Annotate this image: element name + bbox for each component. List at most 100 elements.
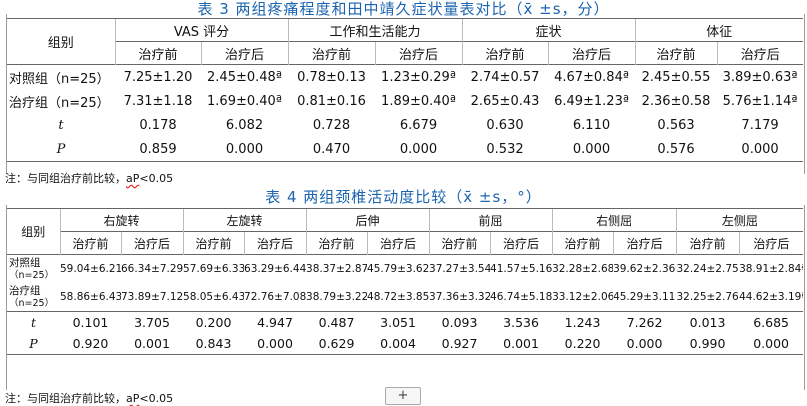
table-cell: 4.947 [244, 311, 307, 333]
table-cell: 0.629 [306, 333, 368, 355]
table-cell: 59.04±6.21 [60, 254, 121, 283]
table-cell: 72.76±7.08ª [244, 291, 307, 303]
table4-subheader: 治疗前 [59, 231, 121, 255]
table-row: t 0.101 3.705 0.200 4.947 0.487 3.051 0.… [7, 311, 804, 333]
table3-right-rule [804, 14, 805, 174]
table-cell: 6.679 [399, 117, 438, 133]
table-cell: 0.728 [312, 117, 351, 133]
table3-subheader: 治疗后 [547, 41, 636, 65]
table4: 组别 右旋转 左旋转 后伸 前屈 右侧屈 左侧屈 治疗前 治疗后 治疗前 治疗后… [7, 208, 804, 355]
table-cell: 0.093 [429, 311, 491, 333]
table-cell: 3.89±0.63ª [717, 64, 804, 89]
table-cell: 58.05±6.43 [183, 291, 245, 303]
table-cell: 37.27±3.54 [429, 254, 491, 283]
table-cell: 0.000 [548, 137, 636, 162]
row-label-n: （n=25） [9, 269, 55, 281]
table4-subheader: 治疗前 [182, 231, 245, 255]
table-cell: 46.74±5.18ª [490, 291, 553, 303]
table-cell: 38.79±3.22 [306, 291, 368, 303]
row-label-t: t [58, 117, 64, 133]
table-cell: 0.927 [429, 333, 491, 355]
row-label: 治疗组（n=25） [9, 95, 110, 111]
table-cell: 45.29±3.11ª [613, 291, 677, 303]
table-cell: 73.89±7.12ª [121, 291, 184, 303]
table4-caption: 表 4 两组颈椎活动度比较（x̄ ±s，°） [265, 188, 542, 206]
table-cell: 2.45±0.48ª [201, 64, 288, 89]
table-cell: 0.000 [717, 137, 804, 162]
table4-group-extension: 后伸 [305, 208, 430, 232]
table-cell: 45.79±3.62ª [367, 254, 430, 283]
table3-caption: 表 3 两组疼痛程度和田中靖久症状量表对比（x̄ ±s，分） [197, 0, 610, 18]
table-row: 对照组 （n=25） 59.04±6.21 66.34±7.29ª 57.69±6… [7, 254, 804, 283]
table-cell: 0.178 [139, 117, 177, 133]
table4-subheader: 治疗后 [612, 231, 677, 255]
note-mark: aP [126, 392, 140, 405]
table-cell: 7.31±1.18 [123, 93, 193, 109]
table-cell: 0.101 [60, 311, 121, 333]
table-cell: 32.25±2.76 [676, 291, 739, 303]
table4-group-header: 组别 [7, 208, 60, 255]
table-cell: 44.62±3.19ª [739, 291, 804, 303]
table-cell: 38.91±2.84ª [739, 254, 804, 283]
table-row: t 0.178 6.082 0.728 6.679 0.630 6.110 0.… [7, 113, 803, 137]
table4-right-rule [804, 205, 805, 390]
table-cell: 66.34±7.29ª [121, 254, 184, 283]
table-cell: 7.25±1.20 [115, 64, 201, 89]
note-prefix: 注：与同组治疗前比较， [5, 172, 126, 185]
row-label: 治疗组（n=25） [7, 283, 60, 312]
table-cell: 6.685 [739, 311, 804, 333]
row-label-group: 对照组 [9, 256, 41, 269]
table-cell: 2.45±0.55 [635, 64, 718, 89]
table-cell: 0.000 [739, 333, 804, 355]
row-label: 对照组（n=25） [7, 254, 60, 283]
table-cell: 0.81±0.16 [297, 93, 366, 109]
table4-subheader: 治疗后 [120, 231, 184, 255]
table-cell: 0.004 [367, 333, 430, 355]
table4-subheader: 治疗后 [489, 231, 553, 255]
table-cell: 63.29±6.44ª [244, 254, 307, 283]
table-cell: 0.000 [201, 137, 288, 162]
table3-subheader: 治疗前 [634, 41, 718, 65]
table-row: P 0.920 0.001 0.843 0.000 0.629 0.004 0.… [7, 333, 804, 355]
table3: 组别 VAS 评分 工作和生活能力 症状 体征 治疗前 治疗后 治疗前 治疗后 … [7, 18, 804, 162]
table3-group-header: 组别 [7, 18, 115, 65]
table-cell: 7.262 [613, 311, 677, 333]
table3-subheader: 治疗后 [200, 41, 288, 65]
note-suffix: <0.05 [139, 392, 174, 405]
note-suffix: <0.05 [139, 172, 174, 185]
table-row: 治疗组（n=25） 7.31±1.18 1.69±0.40ª 0.81±0.16… [7, 89, 803, 113]
table-cell: 0.013 [676, 311, 740, 333]
row-label-t: t [7, 311, 60, 333]
table4-group-flexion: 前屈 [428, 208, 553, 232]
table-cell: 5.76±1.14ª [722, 93, 798, 109]
table-cell: 0.000 [244, 333, 307, 355]
table-cell: 2.65±0.43 [470, 93, 540, 109]
table-cell: 38.37±2.87 [306, 254, 368, 283]
table-cell: 3.536 [490, 311, 553, 333]
table-cell: 0.859 [115, 137, 201, 162]
table-cell: 0.990 [676, 333, 740, 355]
table-cell: 6.49±1.23ª [554, 93, 629, 109]
table-row: P 0.859 0.000 0.470 0.000 0.532 0.000 0.… [7, 137, 804, 162]
table3-group-work: 工作和生活能力 [287, 18, 463, 42]
table-cell: 0.001 [121, 333, 184, 355]
table-cell: 1.23±0.29ª [375, 64, 463, 89]
table3-group-sign: 体征 [634, 18, 804, 42]
table-cell: 0.630 [486, 117, 524, 133]
table-cell: 6.082 [225, 117, 264, 133]
table3-subheader: 治疗后 [374, 41, 463, 65]
table-cell: 32.24±2.75 [676, 254, 740, 283]
table-cell: 32.28±2.68 [552, 254, 614, 283]
table4-subheader: 治疗前 [551, 231, 614, 255]
table-cell: 0.563 [657, 117, 695, 133]
table-cell: 1.89±0.40ª [381, 93, 456, 109]
note-mark: aP [126, 172, 140, 185]
row-label-group: 治疗组 [9, 284, 41, 297]
expand-button[interactable]: + [385, 387, 421, 405]
table3-subheader: 治疗后 [716, 41, 804, 65]
table-cell: 0.78±0.13 [288, 64, 375, 89]
table-cell: 0.487 [306, 311, 368, 333]
table-cell: 48.72±3.85ª [367, 291, 430, 303]
table3-subheader: 治疗前 [287, 41, 375, 65]
table-cell: 6.110 [572, 117, 611, 133]
